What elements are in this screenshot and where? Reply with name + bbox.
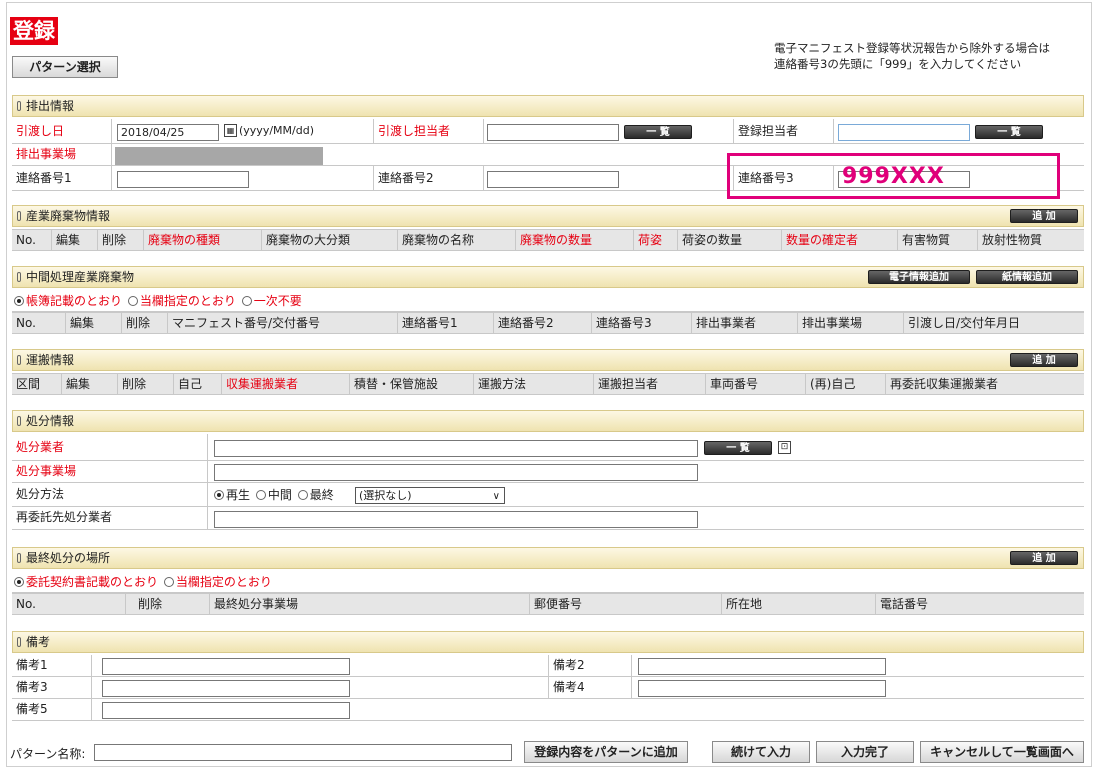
pattern-name-input[interactable] (94, 744, 512, 761)
shobun-houhou-label: 処分方法 (12, 483, 208, 506)
shobun-jigyoujou-label: 処分事業場 (12, 461, 208, 482)
denshi-add-button[interactable]: 電子情報追加 (868, 270, 970, 284)
radio-itaku[interactable] (14, 577, 24, 587)
col-category: 廃棄物の大分類 (262, 230, 398, 250)
saishu-add-button[interactable]: 追 加 (1010, 551, 1078, 565)
pin-icon (17, 416, 21, 426)
bikou1-input[interactable] (102, 658, 350, 675)
chevron-down-icon: ∨ (492, 491, 500, 502)
col-name: 廃棄物の名称 (398, 230, 516, 250)
chukan-radio-group: 帳簿記載のとおり 当欄指定のとおり 一次不要 (12, 293, 302, 309)
touroku-tantosha-label: 登録担当者 (734, 119, 834, 143)
pin-icon (17, 272, 21, 282)
pin-icon (17, 355, 21, 365)
section-unpan: 運搬情報 (12, 349, 1084, 371)
section-shobun: 処分情報 (12, 410, 1084, 432)
col-harmful: 有害物質 (898, 230, 978, 250)
exclusion-note: 電子マニフェスト登録等状況報告から除外する場合は 連絡番号3の先頭に「999」を… (774, 40, 1089, 72)
jigyoujou-label: 排出事業場 (12, 144, 112, 165)
col-radioactive: 放射性物質 (982, 233, 1043, 247)
add-pattern-button[interactable]: 登録内容をパターンに追加 (524, 741, 688, 763)
chukan-radio-row: 帳簿記載のとおり 当欄指定のとおり 一次不要 (12, 290, 1084, 312)
section-bikou: 備考 (12, 631, 1084, 653)
tantosha-input[interactable] (487, 124, 619, 141)
row-shobun-houhou: 処分方法 (12, 483, 1084, 507)
renraku3-highlight-box (727, 153, 1060, 199)
chukan-header-row: No. 編集 削除 マニフェスト番号/交付番号 連絡番号1 連絡番号2 連絡番号… (12, 312, 1084, 334)
sangyou-header-row: No. 編集 削除 廃棄物の種類 廃棄物の大分類 廃棄物の名称 廃棄物の数量 荷… (12, 229, 1084, 251)
renraku2-label: 連絡番号2 (374, 166, 484, 190)
radio-touran-saishu[interactable] (163, 577, 174, 587)
touroku-tantosha-list-button[interactable]: 一 覧 (975, 125, 1043, 139)
calendar-icon[interactable]: ▦ (224, 124, 237, 137)
pattern-select-button[interactable]: パターン選択 (12, 56, 118, 78)
radio-ichiji[interactable] (241, 296, 252, 306)
unpan-add-button[interactable]: 追 加 (1010, 353, 1078, 367)
shobun-houhou-radio-group: 再生 中間 最終 (212, 488, 334, 502)
pattern-name-label: パターン名称: (10, 747, 86, 761)
pin-icon (17, 211, 21, 221)
shobun-gyousha-label: 処分業者 (12, 434, 208, 460)
kami-add-button[interactable]: 紙情報追加 (976, 270, 1078, 284)
cancel-button[interactable]: キャンセルして一覧画面へ (920, 741, 1084, 763)
col-confirmer: 数量の確定者 (782, 230, 898, 250)
tantosha-list-button[interactable]: 一 覧 (624, 125, 692, 139)
shobun-houhou-select[interactable]: (選択なし) ∨ (355, 487, 505, 504)
pin-icon (17, 101, 21, 111)
tantosha-label: 引渡し担当者 (374, 119, 484, 143)
renraku2-input[interactable] (487, 171, 619, 188)
col-quantity: 廃棄物の数量 (516, 230, 634, 250)
col-nisugata-qty: 荷姿の数量 (678, 230, 782, 250)
page-title: 登録 (10, 17, 58, 45)
touroku-tantosha-input[interactable] (838, 124, 970, 141)
renraku1-input[interactable] (117, 171, 249, 188)
shobun-list-button[interactable]: 一 覧 (704, 441, 772, 455)
col-no: No. (12, 230, 52, 250)
jigyoujou-field (115, 147, 323, 165)
note-line-1: 電子マニフェスト登録等状況報告から除外する場合は (774, 41, 1050, 55)
saishu-radio-row: 委託契約書記載のとおり 当欄指定のとおり (12, 571, 1084, 593)
date-format-hint: (yyyy/MM/dd) (239, 124, 314, 137)
pin-icon (17, 637, 21, 647)
saishu-header-row: No. 削除 最終処分事業場 郵便番号 所在地 電話番号 (12, 593, 1084, 615)
complete-button[interactable]: 入力完了 (816, 741, 914, 763)
book-icon[interactable]: ⊡ (778, 441, 791, 454)
sangyou-add-button[interactable]: 追 加 (1010, 209, 1078, 223)
unpan-header-row: 区間 編集 削除 自己 収集運搬業者 積替・保管施設 運搬方法 運搬担当者 車両… (12, 373, 1084, 395)
section-saishu: 最終処分の場所 (12, 547, 1084, 569)
radio-saishu[interactable] (297, 490, 308, 500)
renraku1-label: 連絡番号1 (12, 166, 112, 190)
bikou4-input[interactable] (638, 680, 886, 697)
section-haishutsu: 排出情報 (12, 95, 1084, 117)
saiitaku-label: 再委託先処分業者 (12, 507, 208, 529)
section-sangyou: 産業廃棄物情報 (12, 205, 1084, 227)
hikiwatashi-label: 引渡し日 (12, 119, 112, 143)
radio-touran[interactable] (127, 296, 138, 306)
shobun-gyousha-input[interactable] (214, 440, 698, 457)
saiitaku-input[interactable] (214, 511, 698, 528)
shobun-jigyoujou-input[interactable] (214, 464, 698, 481)
radio-chukan[interactable] (255, 490, 266, 500)
col-delete: 削除 (98, 230, 144, 250)
col-nisugata: 荷姿 (634, 230, 678, 250)
col-type: 廃棄物の種類 (144, 230, 262, 250)
bikou3-input[interactable] (102, 680, 350, 697)
radio-saisei[interactable] (214, 490, 224, 500)
radio-choubo[interactable] (14, 296, 24, 306)
bikou2-input[interactable] (638, 658, 886, 675)
bikou5-input[interactable] (102, 702, 350, 719)
date-input[interactable]: 2018/04/25 (117, 124, 219, 141)
continue-button[interactable]: 続けて入力 (712, 741, 810, 763)
col-edit: 編集 (52, 230, 98, 250)
pin-icon (17, 553, 21, 563)
note-line-2: 連絡番号3の先頭に「999」を入力してください (774, 57, 1022, 71)
saishu-radio-group: 委託契約書記載のとおり 当欄指定のとおり (12, 574, 272, 590)
